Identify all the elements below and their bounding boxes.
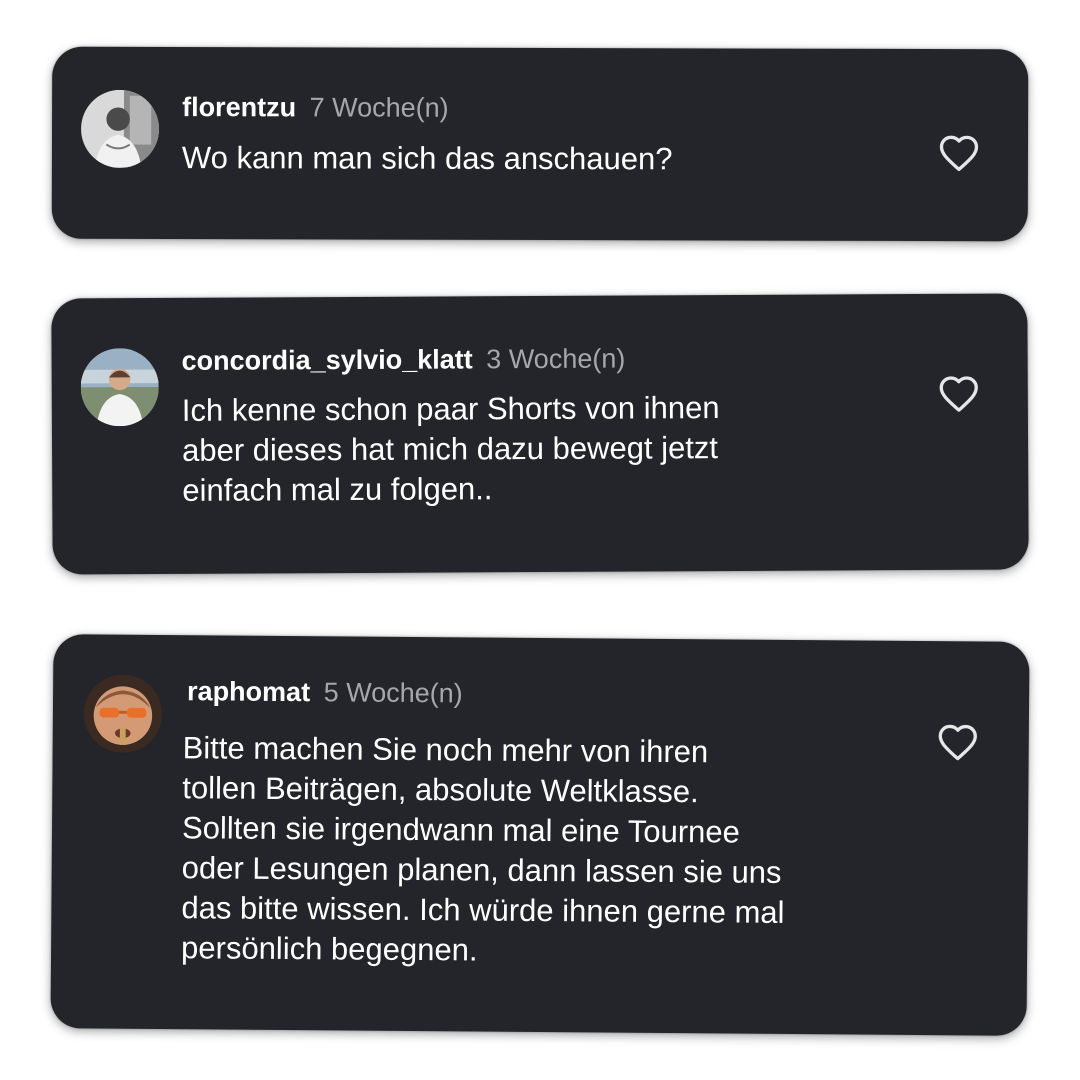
comment-card: concordia_sylvio_klatt 3 Woche(n) Ich ke… xyxy=(51,293,1029,575)
comment-card: raphomat 5 Woche(n) Bitte machen Sie noc… xyxy=(50,634,1030,1036)
timestamp: 7 Woche(n) xyxy=(309,92,449,123)
heart-outline-icon xyxy=(938,724,977,761)
avatar-image xyxy=(80,89,160,169)
username[interactable]: raphomat xyxy=(187,676,310,707)
user-avatar[interactable] xyxy=(83,674,163,754)
comment-text: Bitte machen Sie noch mehr von ihren tol… xyxy=(180,730,785,968)
heart-outline-icon xyxy=(939,135,979,172)
user-avatar[interactable] xyxy=(80,347,159,427)
comment-meta: florentzu 7 Woche(n) xyxy=(182,91,449,124)
heart-icon[interactable] xyxy=(937,722,979,762)
comment-meta: raphomat 5 Woche(n) xyxy=(187,675,463,709)
avatar-image xyxy=(80,347,159,427)
timestamp: 3 Woche(n) xyxy=(486,343,626,375)
avatar-image xyxy=(83,674,163,754)
heart-icon[interactable] xyxy=(938,374,980,414)
user-avatar[interactable] xyxy=(80,89,160,169)
comment-meta: concordia_sylvio_klatt 3 Woche(n) xyxy=(182,343,626,377)
heart-icon[interactable] xyxy=(938,133,980,173)
heart-outline-icon xyxy=(939,376,978,412)
username[interactable]: concordia_sylvio_klatt xyxy=(182,344,473,376)
timestamp: 5 Woche(n) xyxy=(323,677,463,709)
comment-text: Wo kann man sich das anschauen? xyxy=(181,140,673,177)
username[interactable]: florentzu xyxy=(182,92,296,122)
comment-card: florentzu 7 Woche(n) Wo kann man sich da… xyxy=(51,46,1029,242)
comment-text: Ich kenne schon paar Shorts von ihnen ab… xyxy=(181,390,720,508)
